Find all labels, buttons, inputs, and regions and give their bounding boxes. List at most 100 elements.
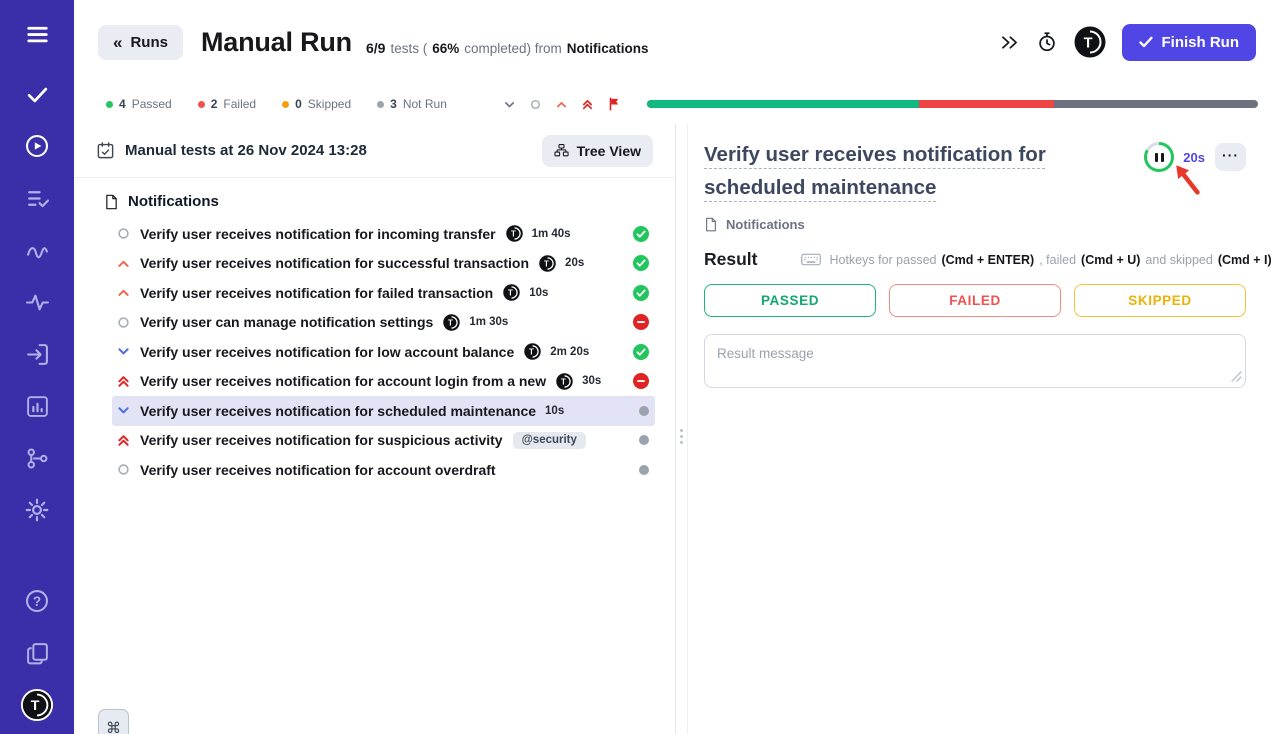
- filter-normal-icon[interactable]: [529, 98, 542, 111]
- filter-critical-icon[interactable]: [581, 98, 594, 111]
- test-title: Verify user receives notification for su…: [140, 432, 503, 448]
- hotkey-failed: (Cmd + U): [1081, 253, 1140, 267]
- test-detail-panel: Verify user receives notification for sc…: [688, 124, 1280, 734]
- test-row[interactable]: Verify user receives notification for su…: [112, 249, 655, 279]
- test-duration: 2m 20s: [550, 346, 589, 358]
- progress-passed: [647, 100, 919, 108]
- failed-button[interactable]: FAILED: [889, 284, 1061, 317]
- tests-check-icon[interactable]: [20, 77, 54, 111]
- back-to-runs-button[interactable]: « Runs: [98, 25, 183, 60]
- app-root: ? T « Runs Manual Run 6/9 tests ( 66% co…: [0, 0, 1280, 734]
- run-progress-summary: 6/9 tests ( 66% completed) from Notifica…: [366, 28, 649, 56]
- notrun-dot-icon: [377, 101, 384, 108]
- status-failed-icon: [633, 373, 649, 389]
- test-title-editable[interactable]: Verify user receives notification for sc…: [704, 138, 1104, 204]
- test-row[interactable]: Verify user receives notification for sc…: [112, 396, 655, 426]
- analytics-icon[interactable]: [20, 389, 54, 423]
- testomat-logo-icon[interactable]: T: [20, 688, 54, 722]
- timer-icon[interactable]: [1036, 31, 1058, 53]
- status-passed-icon: [633, 255, 649, 271]
- count-number: 0: [295, 97, 302, 111]
- command-icon: ⌘: [106, 719, 121, 734]
- hotkeys-text: Hotkeys for passed: [829, 253, 936, 267]
- svg-text:?: ?: [33, 594, 41, 609]
- test-row[interactable]: Verify user receives notification for ac…: [112, 455, 655, 485]
- svg-text:T: T: [544, 259, 549, 268]
- pulse-icon[interactable]: [20, 285, 54, 319]
- failed-count[interactable]: 2 Failed: [198, 97, 256, 111]
- priority-high-icon: [116, 285, 131, 300]
- signature-icon[interactable]: [20, 233, 54, 267]
- fast-forward-icon[interactable]: [999, 32, 1020, 53]
- test-row[interactable]: Verify user receives notification for fa…: [112, 278, 655, 308]
- double-chevron-left-icon: «: [113, 34, 122, 51]
- notrun-count[interactable]: 3 Not Run: [377, 97, 447, 111]
- more-menu-button[interactable]: ···: [1215, 143, 1246, 171]
- filter-high-icon[interactable]: [555, 98, 568, 111]
- tree-icon: [554, 143, 569, 158]
- test-row[interactable]: Verify user receives notification for su…: [112, 426, 655, 456]
- suite-group-header[interactable]: Notifications: [74, 178, 675, 219]
- passed-button[interactable]: PASSED: [704, 284, 876, 317]
- test-duration: 1m 30s: [469, 316, 508, 328]
- annotation-arrow-icon: [1164, 156, 1210, 207]
- result-row: Result Hotkeys for passed (Cmd + ENTER) …: [704, 249, 1246, 270]
- run-progress-bar: [647, 100, 1258, 108]
- settings-gear-icon[interactable]: [20, 493, 54, 527]
- result-message-wrap: [704, 334, 1246, 393]
- test-row[interactable]: Verify user receives notification for lo…: [112, 337, 655, 367]
- hotkeys-text: and skipped: [1145, 253, 1212, 267]
- svg-text:T: T: [448, 318, 453, 327]
- suite-group-label: Notifications: [128, 193, 219, 210]
- test-duration: 30s: [582, 375, 601, 387]
- priority-critical-icon: [116, 374, 131, 389]
- runs-play-icon[interactable]: [20, 129, 54, 163]
- svg-text:T: T: [508, 289, 513, 298]
- svg-text:T: T: [561, 377, 566, 386]
- tree-view-label: Tree View: [577, 143, 641, 159]
- detail-suite-group[interactable]: Notifications: [704, 217, 1246, 232]
- svg-text:T: T: [529, 348, 534, 357]
- filter-caret-icon[interactable]: [503, 98, 516, 111]
- menu-icon[interactable]: [20, 17, 54, 51]
- panel-splitter[interactable]: [675, 124, 688, 734]
- finish-run-button[interactable]: Finish Run: [1122, 24, 1257, 61]
- topbar: « Runs Manual Run 6/9 tests ( 66% comple…: [74, 0, 1280, 84]
- priority-low-icon: [116, 344, 131, 359]
- statusbar: 4 Passed 2 Failed 0 Skipped 3 Not Run: [74, 84, 1280, 124]
- testomat-logo-icon: T: [556, 373, 573, 390]
- skipped-count[interactable]: 0 Skipped: [282, 97, 351, 111]
- verdict-buttons: PASSED FAILED SKIPPED: [704, 284, 1246, 317]
- skipped-button[interactable]: SKIPPED: [1074, 284, 1246, 317]
- command-button[interactable]: ⌘: [98, 709, 129, 734]
- test-row[interactable]: Verify user receives notification for in…: [112, 219, 655, 249]
- help-icon[interactable]: ?: [20, 584, 54, 618]
- test-row[interactable]: Verify user receives notification for ac…: [112, 367, 655, 397]
- passed-dot-icon: [106, 101, 113, 108]
- result-message-input[interactable]: [704, 334, 1246, 388]
- passed-count[interactable]: 4 Passed: [106, 97, 172, 111]
- test-title: Verify user receives notification for ac…: [140, 462, 496, 478]
- priority-normal-icon: [116, 462, 131, 477]
- test-title: Verify user receives notification for ac…: [140, 373, 546, 389]
- tests-fraction: 6/9: [366, 40, 385, 56]
- branches-icon[interactable]: [20, 441, 54, 475]
- run-name: Manual tests at 26 Nov 2024 13:28: [125, 142, 367, 159]
- import-icon[interactable]: [20, 337, 54, 371]
- topbar-actions: T Finish Run: [999, 24, 1257, 61]
- filter-flag-icon[interactable]: [607, 97, 621, 111]
- test-duration: 10s: [529, 287, 548, 299]
- docs-copy-icon[interactable]: [20, 636, 54, 670]
- test-duration: 1m 40s: [532, 228, 571, 240]
- count-label: Skipped: [308, 97, 351, 111]
- tree-view-button[interactable]: Tree View: [542, 135, 653, 167]
- testomat-logo-icon: T: [443, 314, 460, 331]
- testomat-logo-icon[interactable]: T: [1074, 26, 1106, 58]
- status-failed-icon: [633, 314, 649, 330]
- resize-handle-icon[interactable]: [1231, 369, 1242, 387]
- test-title: Verify user receives notification for in…: [140, 226, 496, 242]
- test-row[interactable]: Verify user can manage notification sett…: [112, 308, 655, 338]
- plans-list-icon[interactable]: [20, 181, 54, 215]
- status-notrun-icon: [639, 435, 649, 445]
- ellipsis-icon: ···: [1222, 147, 1239, 163]
